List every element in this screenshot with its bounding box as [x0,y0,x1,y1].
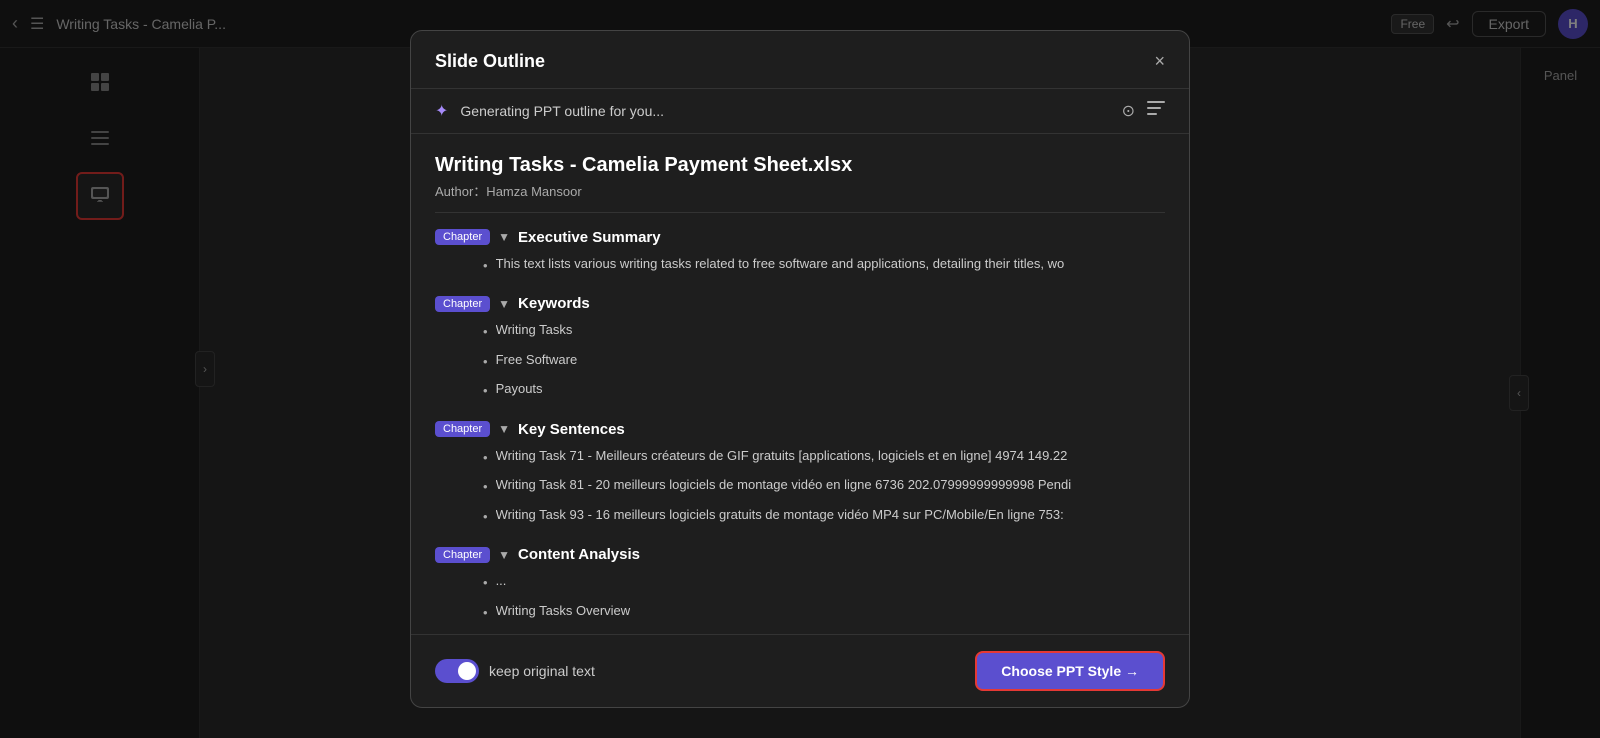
item-text: ... [496,571,507,591]
chapter-section-1: Chapter ▼ Keywords • Writing Tasks • Free Soft… [435,287,1165,405]
item-text: Payouts [496,379,543,399]
doc-author: Author：Hamza Mansoor [435,181,1165,200]
toggle-row: keep original text [435,659,595,683]
bullet-icon: • [483,477,488,497]
chapter-header-3: Chapter ▼ Content Analysis [435,538,1165,567]
list-item: • Payouts [483,375,1165,405]
chapter-chevron-3[interactable]: ▼ [498,548,510,562]
chapter-badge-1[interactable]: Chapter [435,296,490,312]
chapter-title-2: Key Sentences [518,421,625,438]
chapter-header-0: Chapter ▼ Executive Summary [435,221,1165,250]
list-item: • Writing Task 81 - 20 meilleurs logiciel… [483,471,1165,501]
modal-overlay: Slide Outline × ✦ Generating PPT outline… [0,0,1600,738]
list-item: • Writing Tasks Overview [483,597,1165,627]
compass-icon[interactable]: ⊙ [1122,101,1135,121]
chapter-chevron-0[interactable]: ▼ [498,230,510,244]
toggle-knob [458,662,476,680]
list-item: • Free Software [483,346,1165,376]
chapter-chevron-1[interactable]: ▼ [498,297,510,311]
bullet-icon: • [483,322,488,342]
chapter-badge-0[interactable]: Chapter [435,229,490,245]
chapter-header-1: Chapter ▼ Keywords [435,287,1165,316]
bullet-icon: • [483,507,488,527]
chapter-items-0: • This text lists various writing tasks r… [435,250,1165,280]
slide-outline-modal: Slide Outline × ✦ Generating PPT outline… [410,30,1190,709]
list-item: •... [483,567,1165,597]
generating-text: Generating PPT outline for you... [460,103,1109,119]
item-text: Writing Tasks Overview [496,601,631,621]
chapter-badge-2[interactable]: Chapter [435,421,490,437]
item-text: Free Software [496,350,578,370]
modal-footer: keep original text Choose PPT Style → [411,634,1189,707]
modal-title: Slide Outline [435,51,545,72]
doc-info: Writing Tasks - Camelia Payment Sheet.xl… [411,134,1189,212]
chapter-header-2: Chapter ▼ Key Sentences [435,413,1165,442]
chapter-title-1: Keywords [518,295,590,312]
list-item: • Writing Task 71 - Meilleurs créateurs d… [483,442,1165,472]
generating-bar: ✦ Generating PPT outline for you... ⊙ [411,89,1189,134]
item-text: Writing Tasks [496,320,573,340]
bullet-icon: • [483,448,488,468]
keep-original-toggle[interactable] [435,659,479,683]
modal-header: Slide Outline × [411,31,1189,89]
bullet-icon: • [483,573,488,593]
chapter-title-0: Executive Summary [518,229,661,246]
outline-content: Chapter ▼ Executive Summary • This text list… [411,213,1189,635]
item-text: Writing Task 93 - 16 meilleurs logiciels… [496,505,1064,525]
chapter-section-3: Chapter▼Content Analysis•...•Writing Tas… [435,538,1165,626]
bullet-icon: • [483,603,488,623]
lines-icon[interactable] [1147,101,1165,120]
chapter-section-2: Chapter ▼ Key Sentences • Writing Task 71 - … [435,413,1165,531]
item-text: Writing Task 81 - 20 meilleurs logiciels… [496,475,1072,495]
chapter-items-3: •...•Writing Tasks Overview [435,567,1165,626]
chapter-chevron-2[interactable]: ▼ [498,422,510,436]
chapter-section-0: Chapter ▼ Executive Summary • This text list… [435,221,1165,280]
spark-icon: ✦ [435,101,448,121]
doc-title: Writing Tasks - Camelia Payment Sheet.xl… [435,154,1165,177]
toggle-label: keep original text [489,663,595,679]
chapter-title-3: Content Analysis [518,546,640,563]
item-text: Writing Task 71 - Meilleurs créateurs de… [496,446,1068,466]
modal-close-button[interactable]: × [1154,51,1165,72]
list-item: • Writing Task 93 - 16 meilleurs logiciel… [483,501,1165,531]
chapter-items-1: • Writing Tasks • Free Software • Payouts [435,316,1165,405]
list-item: • Writing Tasks [483,316,1165,346]
item-text: This text lists various writing tasks re… [496,254,1065,274]
chapter-items-2: • Writing Task 71 - Meilleurs créateurs d… [435,442,1165,531]
bullet-icon: • [483,381,488,401]
bullet-icon: • [483,256,488,276]
bullet-icon: • [483,352,488,372]
choose-ppt-button[interactable]: Choose PPT Style → [975,651,1165,691]
list-item: • This text lists various writing tasks r… [483,250,1165,280]
chapter-badge-3[interactable]: Chapter [435,547,490,563]
